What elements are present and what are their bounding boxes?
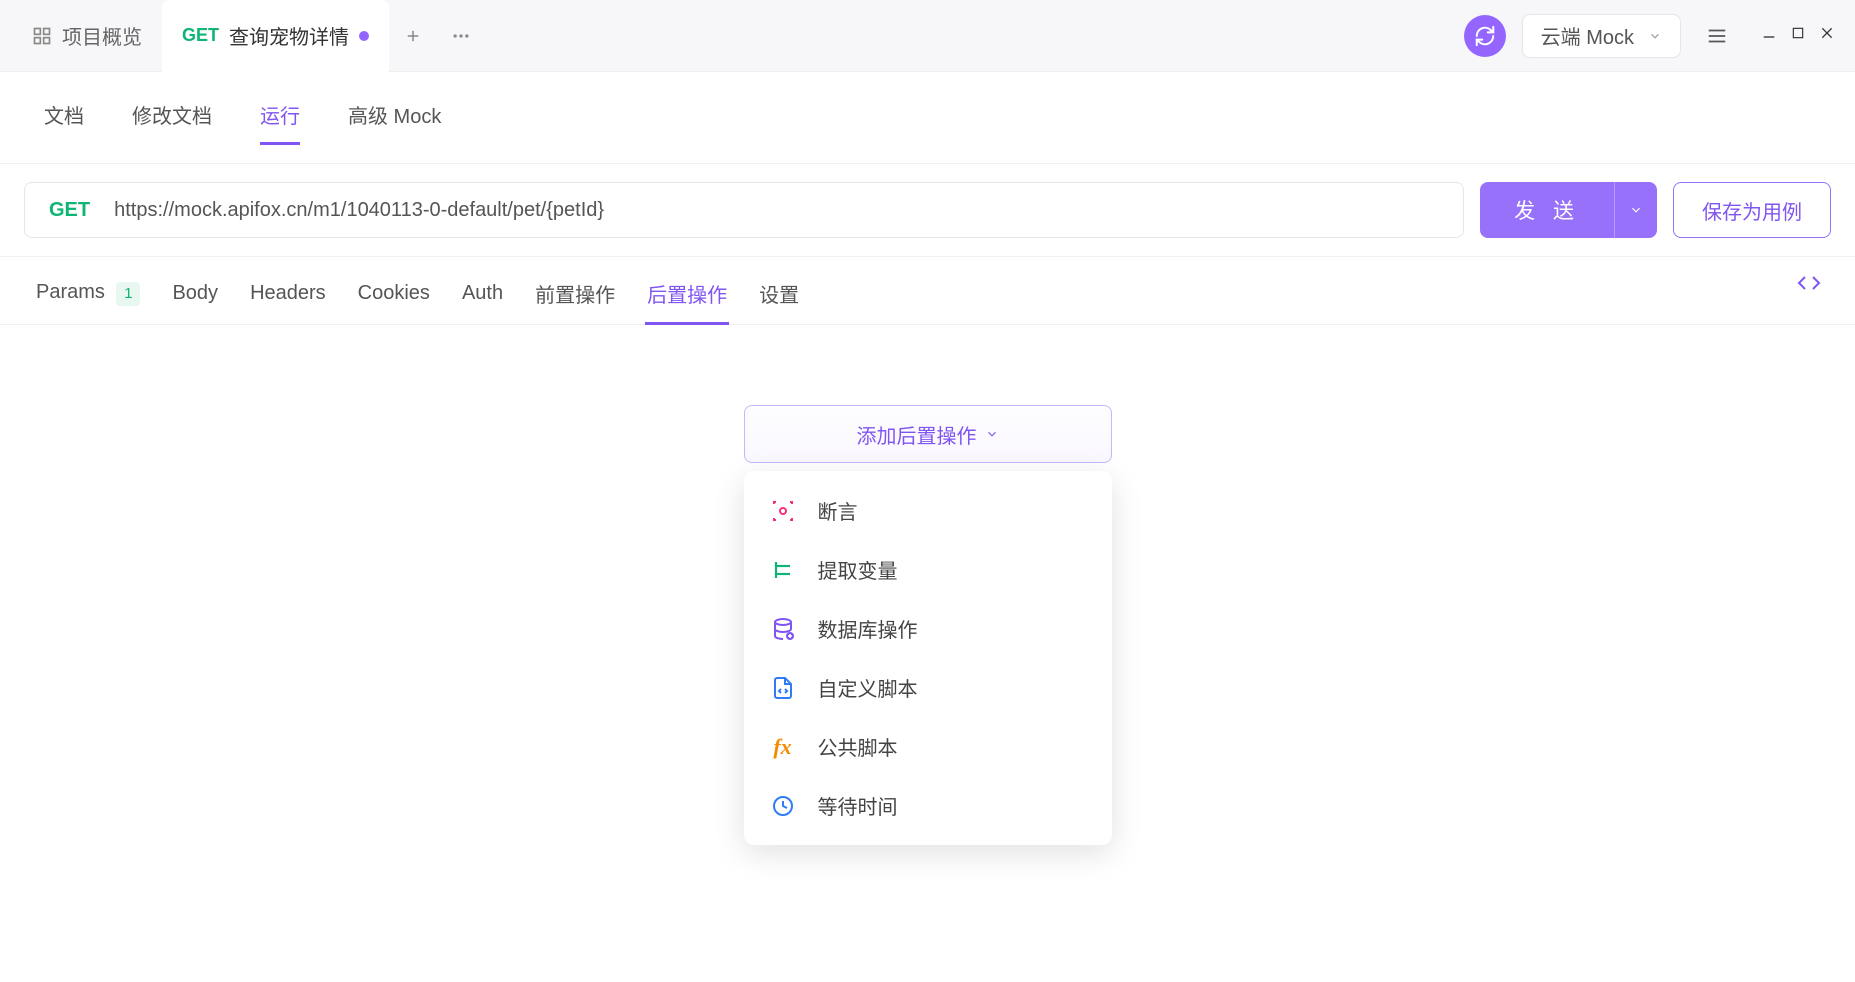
- url-input[interactable]: https://mock.apifox.cn/m1/1040113-0-defa…: [114, 199, 1463, 222]
- dropdown-item-database[interactable]: 数据库操作: [744, 599, 1112, 658]
- tab-project-overview[interactable]: 项目概览: [12, 0, 162, 72]
- tab-params[interactable]: Params 1: [34, 277, 142, 322]
- add-tab-button[interactable]: [389, 12, 437, 60]
- code-view-button[interactable]: [1797, 271, 1821, 301]
- dropdown-wait-label: 等待时间: [818, 791, 898, 820]
- dropdown-item-public-script[interactable]: fx 公共脚本: [744, 717, 1112, 776]
- menu-button[interactable]: [1697, 16, 1737, 56]
- tab-headers[interactable]: Headers: [248, 278, 328, 321]
- subnav-advanced-mock[interactable]: 高级 Mock: [348, 92, 441, 143]
- tab-bar: 项目概览 GET 查询宠物详情 云端 Mock: [0, 0, 1855, 72]
- method-badge: GET: [182, 25, 219, 46]
- grid-icon: [32, 26, 52, 46]
- send-button[interactable]: 发 送: [1480, 182, 1657, 238]
- tab-overflow-button[interactable]: [437, 12, 485, 60]
- window-minimize[interactable]: [1761, 25, 1777, 46]
- url-box[interactable]: GET https://mock.apifox.cn/m1/1040113-0-…: [24, 182, 1464, 238]
- dropdown-db-label: 数据库操作: [818, 614, 918, 643]
- send-button-dropdown[interactable]: [1614, 182, 1657, 238]
- tab-pre-actions[interactable]: 前置操作: [533, 275, 617, 324]
- sync-button[interactable]: [1464, 15, 1506, 57]
- dropdown-extract-label: 提取变量: [818, 555, 898, 584]
- assert-icon: [770, 498, 796, 524]
- tab-overview-label: 项目概览: [62, 21, 142, 50]
- add-post-action-label: 添加后置操作: [857, 420, 977, 449]
- subnav-run[interactable]: 运行: [260, 92, 300, 143]
- database-icon: [770, 616, 796, 642]
- sub-nav: 文档 修改文档 运行 高级 Mock: [0, 72, 1855, 164]
- dropdown-assert-label: 断言: [818, 496, 858, 525]
- params-count-badge: 1: [116, 282, 140, 306]
- tab-body[interactable]: Body: [170, 278, 220, 321]
- top-right-controls: 云端 Mock: [1464, 14, 1843, 58]
- script-icon: [770, 675, 796, 701]
- tab-api-label: 查询宠物详情: [229, 21, 349, 50]
- function-icon: fx: [770, 734, 796, 760]
- dropdown-item-assert[interactable]: 断言: [744, 481, 1112, 540]
- dropdown-item-script[interactable]: 自定义脚本: [744, 658, 1112, 717]
- url-method[interactable]: GET: [25, 199, 114, 222]
- url-bar: GET https://mock.apifox.cn/m1/1040113-0-…: [0, 164, 1855, 257]
- tab-settings[interactable]: 设置: [757, 275, 801, 324]
- add-post-action-button[interactable]: 添加后置操作: [744, 405, 1112, 463]
- dropdown-item-wait[interactable]: 等待时间: [744, 776, 1112, 835]
- post-action-area: 添加后置操作 断言 提取变量 数据库操作 自定义脚本: [0, 325, 1855, 982]
- modified-indicator: [359, 31, 369, 41]
- environment-label: 云端 Mock: [1541, 21, 1634, 50]
- tab-cookies[interactable]: Cookies: [356, 278, 432, 321]
- tab-api-detail[interactable]: GET 查询宠物详情: [162, 0, 389, 72]
- save-as-case-button[interactable]: 保存为用例: [1673, 182, 1831, 238]
- dropdown-script-label: 自定义脚本: [818, 673, 918, 702]
- clock-icon: [770, 793, 796, 819]
- tab-params-label: Params: [36, 281, 105, 303]
- chevron-down-icon: [985, 427, 999, 441]
- window-close[interactable]: [1819, 25, 1835, 46]
- send-button-label: 发 送: [1480, 195, 1614, 225]
- window-controls: [1761, 25, 1835, 46]
- tab-post-actions[interactable]: 后置操作: [645, 275, 729, 324]
- request-tabs: Params 1 Body Headers Cookies Auth 前置操作 …: [0, 257, 1855, 325]
- window-maximize[interactable]: [1791, 26, 1805, 45]
- dropdown-item-extract[interactable]: 提取变量: [744, 540, 1112, 599]
- dropdown-public-script-label: 公共脚本: [818, 732, 898, 761]
- extract-icon: [770, 557, 796, 583]
- subnav-doc[interactable]: 文档: [44, 92, 84, 143]
- environment-select[interactable]: 云端 Mock: [1522, 14, 1681, 58]
- post-action-dropdown: 断言 提取变量 数据库操作 自定义脚本 fx 公共脚本: [744, 471, 1112, 845]
- subnav-edit-doc[interactable]: 修改文档: [132, 92, 212, 143]
- tab-auth[interactable]: Auth: [460, 278, 505, 321]
